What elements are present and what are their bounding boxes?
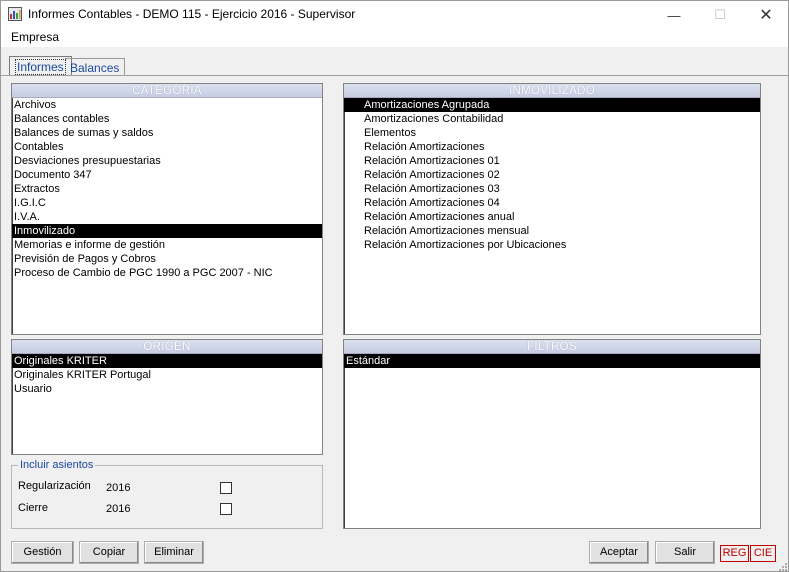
inmovilizado-list[interactable]: Amortizaciones Agrupada Amortizaciones Co… [344,98,760,252]
eliminar-button[interactable]: Eliminar [144,541,204,564]
categoria-list-item[interactable]: Inmovilizado [12,224,322,238]
app-chart-icon [8,7,22,21]
categoria-list-item[interactable]: Memorias e informe de gestión [12,238,322,252]
regularizacion-label: Regularización [18,480,91,492]
categoria-list-item[interactable]: Documento 347 [12,168,322,182]
origen-list-item[interactable]: Originales KRITER [12,354,322,368]
cierre-label: Cierre [18,502,48,514]
regularizacion-checkbox[interactable] [220,482,232,494]
inmovilizado-list-item[interactable]: Relación Amortizaciones 02 [344,168,760,182]
cierre-checkbox[interactable] [220,503,232,515]
origen-list[interactable]: Originales KRITER Originales KRITER Portu… [12,354,322,396]
origen-panel: ORIGEN Originales KRITER Originales KRITE… [11,339,323,455]
filtros-panel: FILTROS Estándar [343,339,761,529]
inmovilizado-list-item[interactable]: Relación Amortizaciones anual [344,210,760,224]
inmovilizado-list-item[interactable]: Relación Amortizaciones por Ubicaciones [344,238,760,252]
aceptar-button[interactable]: Aceptar [589,541,649,564]
filtros-list[interactable]: Estándar [344,354,760,368]
categoria-list-item[interactable]: I.G.I.C [12,196,322,210]
salir-button[interactable]: Salir [655,541,715,564]
inmovilizado-list-item[interactable]: Relación Amortizaciones [344,140,760,154]
reg-status-badge: REG [720,545,749,562]
inmovilizado-list-item[interactable]: Relación Amortizaciones 03 [344,182,760,196]
incluir-asientos-group: Incluir asientos Regularización 2016 Cie… [11,459,323,529]
origen-list-item[interactable]: Usuario [12,382,322,396]
minimize-button[interactable]: — [651,1,697,29]
window-title: Informes Contables - DEMO 115 - Ejercici… [28,7,356,21]
cierre-year: 2016 [106,503,131,515]
categoria-list-item[interactable]: Contables [12,140,322,154]
filtros-list-item[interactable]: Estándar [344,354,760,368]
gestion-button[interactable]: Gestión [11,541,74,564]
categoria-list-item[interactable]: Archivos [12,98,322,112]
origen-header: ORIGEN [12,340,322,354]
categoria-list-item[interactable]: Balances de sumas y saldos [12,126,322,140]
main-window: Informes Contables - DEMO 115 - Ejercici… [0,0,789,572]
tab-informes-label: Informes [15,59,66,75]
categoria-list-item[interactable]: Extractos [12,182,322,196]
inmovilizado-list-item[interactable]: Relación Amortizaciones 01 [344,154,760,168]
categoria-list-item[interactable]: Proceso de Cambio de PGC 1990 a PGC 2007… [12,266,322,280]
inmovilizado-list-item[interactable]: Relación Amortizaciones 04 [344,196,760,210]
origen-list-item[interactable]: Originales KRITER Portugal [12,368,322,382]
categoria-list-item[interactable]: Balances contables [12,112,322,126]
categoria-list-item[interactable]: Desviaciones presupuestarias [12,154,322,168]
inmovilizado-list-item[interactable]: Relación Amortizaciones mensual [344,224,760,238]
filtros-header: FILTROS [344,340,760,354]
categoria-list-item[interactable]: Previsión de Pagos y Cobros [12,252,322,266]
inmovilizado-list-item[interactable]: Amortizaciones Contabilidad [344,112,760,126]
tab-balances-label: Balances [70,61,120,75]
close-button[interactable]: ✕ [743,1,789,29]
cie-status-badge: CIE [750,545,776,562]
categoria-list[interactable]: Archivos Balances contables Balances de su… [12,98,322,280]
maximize-button[interactable]: ☐ [697,1,743,29]
menu-bar: Empresa [1,29,788,47]
categoria-header: CATEGORÍA [12,84,322,98]
categoria-list-item[interactable]: I.V.A. [12,210,322,224]
inmovilizado-panel: INMOVILIZADO Amortizaciones Agrupada Amor… [343,83,761,335]
title-bar[interactable]: Informes Contables - DEMO 115 - Ejercici… [1,1,788,29]
tab-balances[interactable]: Balances [65,58,126,75]
copiar-button[interactable]: Copiar [79,541,139,564]
incluir-asientos-title: Incluir asientos [18,459,96,471]
inmovilizado-header: INMOVILIZADO [344,84,760,98]
regularizacion-year: 2016 [106,482,131,494]
inmovilizado-list-item[interactable]: Elementos [344,126,760,140]
tab-informes[interactable]: Informes [9,56,72,75]
tab-divider [1,75,788,76]
resize-grip-icon[interactable] [778,562,788,572]
menu-empresa[interactable]: Empresa [11,30,59,44]
categoria-panel: CATEGORÍA Archivos Balances contables Bala… [11,83,323,335]
inmovilizado-list-item[interactable]: Amortizaciones Agrupada [344,98,760,112]
